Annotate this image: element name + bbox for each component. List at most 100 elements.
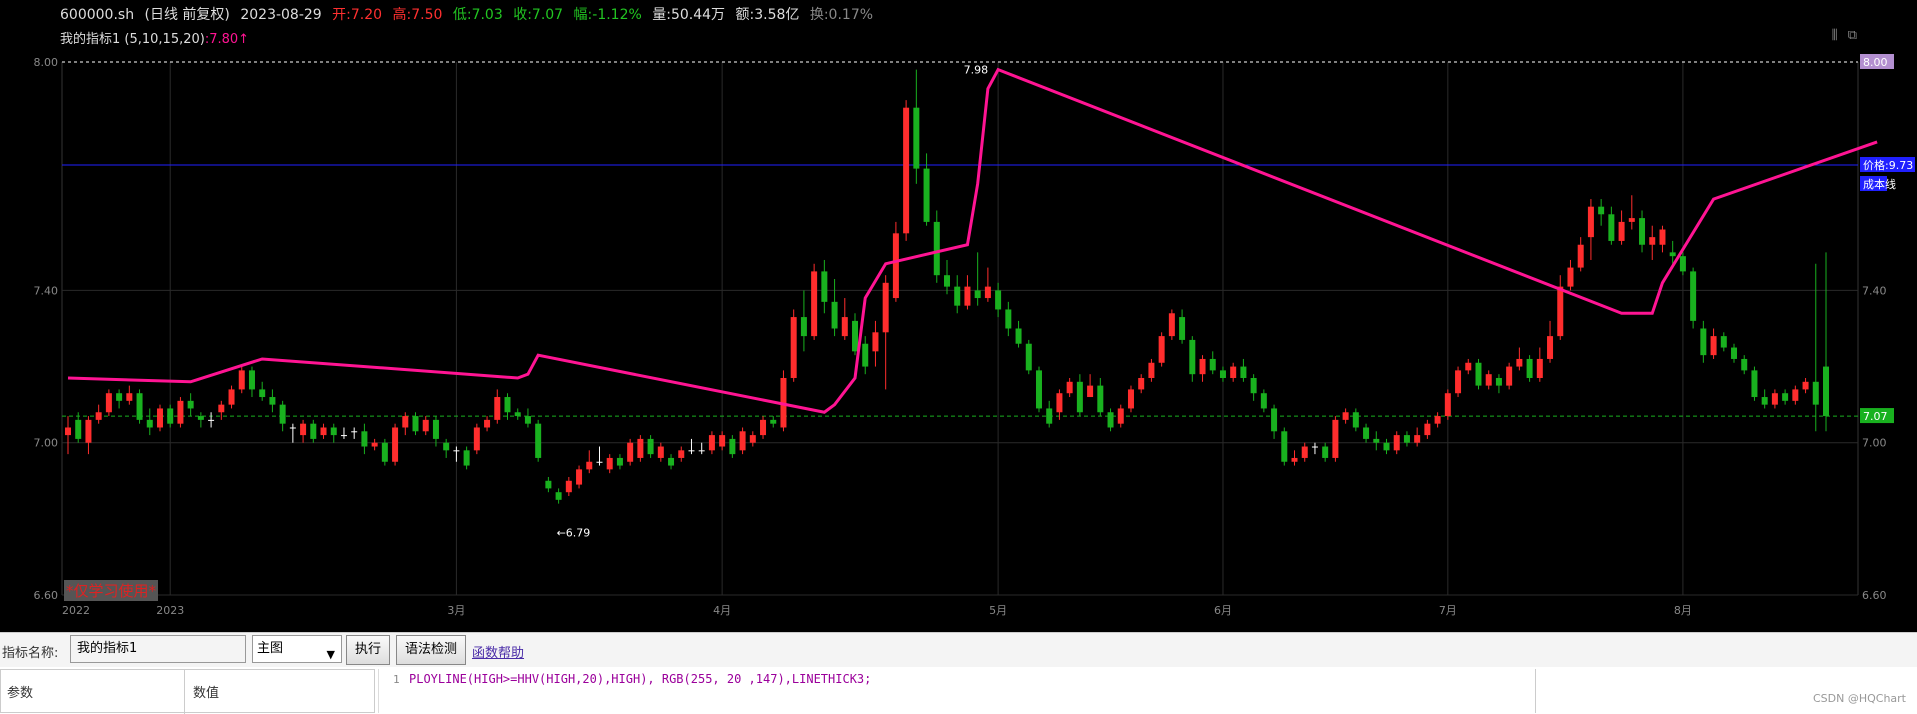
indicator-title[interactable]: 我的指标1 (5,10,15,20):7.80↑ (60, 28, 249, 47)
candle-body (954, 286, 961, 306)
candle-body (1506, 366, 1513, 386)
candle-body (1547, 336, 1554, 359)
candle-body (1322, 446, 1329, 458)
candle-body (1035, 370, 1042, 409)
candle-body (872, 332, 879, 352)
candle-body (85, 419, 92, 443)
candle-body (248, 370, 255, 390)
chevron-down-icon: ▼ (326, 648, 335, 661)
candle-body (1281, 431, 1288, 462)
candle-body (1690, 271, 1697, 321)
candle-body (800, 317, 807, 337)
candle-body (351, 431, 358, 433)
name-label: 指标名称: (2, 646, 59, 661)
candle-body (903, 107, 910, 234)
candle-body (719, 435, 726, 447)
date-label: 2023-08-29 (240, 7, 322, 23)
candle-body (862, 343, 869, 367)
indicator-name-input[interactable]: 我的指标1 (70, 635, 246, 663)
candle-body (1179, 317, 1186, 340)
execute-button[interactable]: 执行 (346, 635, 391, 665)
candle-body (1679, 256, 1686, 272)
popout-icon[interactable]: ⧉ (1848, 28, 1857, 43)
x-tick-label: 7月 (1439, 604, 1457, 617)
candle-body (933, 221, 940, 276)
chart-type-select[interactable]: 主图 ▼ (252, 635, 342, 663)
candle-body (136, 393, 143, 420)
candle-body (1536, 358, 1543, 378)
candle-body (463, 450, 470, 466)
candle-body (1771, 393, 1778, 405)
candle-body (1168, 313, 1175, 337)
y-tick-label-right: 7.00 (1862, 437, 1887, 450)
candle-body (177, 400, 184, 424)
params-divider (184, 670, 185, 714)
candle-body (678, 450, 685, 458)
candle-body (392, 427, 399, 462)
candle-body (1495, 377, 1502, 386)
candle-body (729, 438, 736, 455)
candle-body (1598, 206, 1605, 215)
candle-body (269, 397, 276, 405)
candle-body (1475, 362, 1482, 386)
candle-body (984, 286, 991, 299)
x-tick-label: 5月 (989, 604, 1007, 617)
candle-body (1342, 412, 1349, 420)
candle-body (412, 416, 419, 432)
y-tick-label-left: 6.60 (34, 589, 59, 602)
y-tick-label-left: 7.00 (34, 437, 59, 450)
function-help-link[interactable]: 函数帮助 (472, 642, 524, 661)
code-editor[interactable]: 1 PLOYLINE(HIGH>=HHV(HIGH,20),HIGH), RGB… (378, 669, 1535, 713)
candle-body (1363, 427, 1370, 439)
candle-body (1311, 446, 1318, 448)
candle-body (995, 290, 1002, 310)
candle-body (126, 393, 133, 401)
candle-body (1485, 374, 1492, 386)
candle-body (432, 419, 439, 439)
candle-body (1639, 218, 1646, 245)
candle-body (841, 317, 848, 337)
low-label: 低:7.03 (452, 7, 503, 23)
candle-body (494, 397, 501, 420)
candle-body (146, 419, 153, 428)
amount-label: 额:3.58亿 (735, 7, 800, 23)
candle-body (586, 461, 593, 470)
chart-type-value: 主图 (257, 641, 284, 656)
candle-body (1107, 412, 1114, 428)
candle-body (484, 419, 491, 428)
candle-body (1424, 423, 1431, 436)
candle-body (964, 286, 971, 306)
ployline-indicator (67, 67, 1878, 414)
candle-body (616, 457, 623, 466)
candle-body (514, 412, 521, 417)
volume-label: 量:50.44万 (652, 7, 726, 23)
candle-body (167, 408, 174, 424)
candle-body (698, 450, 705, 452)
candle-body (739, 431, 746, 451)
candle-body (422, 419, 429, 432)
candle-body (688, 450, 695, 452)
candle-body (228, 389, 235, 405)
candle-body (1189, 339, 1196, 375)
chart-canvas[interactable]: 8.008.007.407.407.007.006.606.6020222023… (0, 0, 1917, 632)
candle-body (1434, 416, 1441, 424)
candle-body (1383, 442, 1390, 451)
candle-body (535, 423, 542, 458)
syntax-check-button[interactable]: 语法检测 (396, 635, 467, 665)
candle-body (1557, 286, 1564, 337)
code-line[interactable]: PLOYLINE(HIGH>=HHV(HIGH,20),HIGH), RGB(2… (409, 672, 871, 686)
indicator-value: :7.80 (204, 32, 239, 47)
candle-body (1138, 377, 1145, 390)
candle-body (1669, 252, 1676, 257)
candle-body (1608, 214, 1615, 241)
candle-body (1802, 381, 1809, 390)
candle-body (289, 427, 296, 429)
candle-body (1066, 381, 1073, 394)
candle-body (1516, 358, 1523, 367)
chart-toggle-icon[interactable]: ⫼ (1832, 28, 1838, 43)
kline-chart[interactable]: 8.008.007.407.407.007.006.606.6020222023… (0, 0, 1917, 632)
watermark: *仅学习使用* (64, 580, 159, 601)
candle-body (1373, 438, 1380, 443)
candle-body (1209, 358, 1216, 371)
candle-body (65, 427, 71, 436)
